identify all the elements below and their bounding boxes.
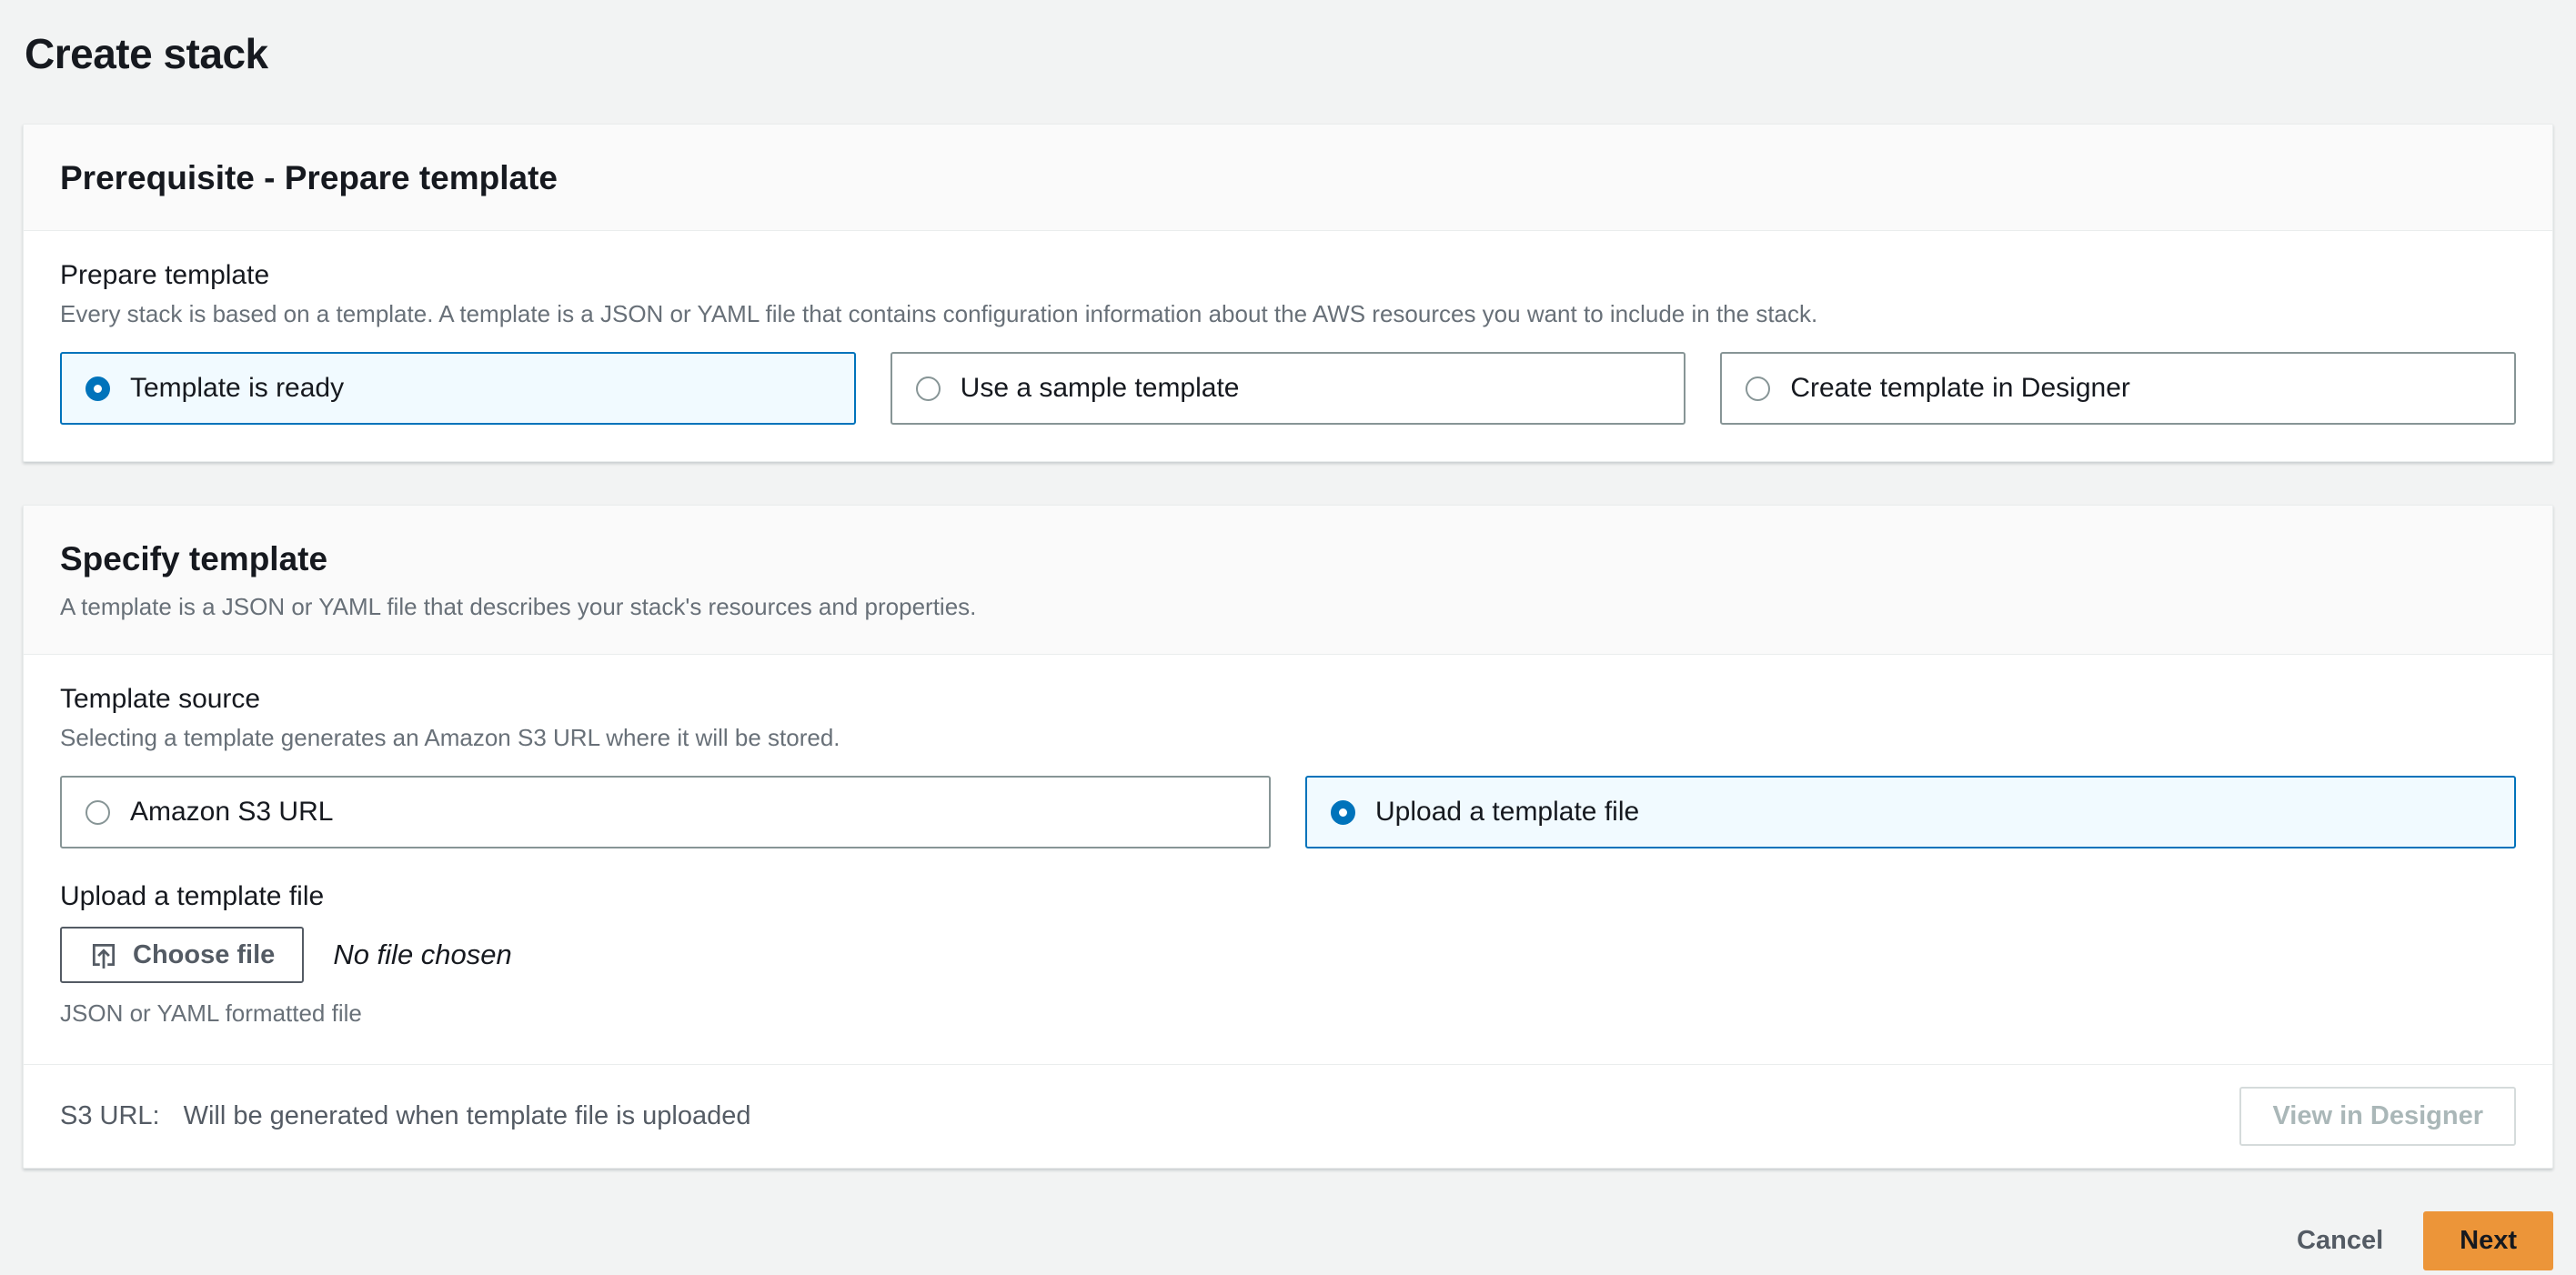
s3-url-label: S3 URL:	[60, 1101, 160, 1130]
option-create-template-in-designer[interactable]: Create template in Designer	[1720, 352, 2517, 425]
create-stack-page: Create stack Prerequisite - Prepare temp…	[0, 0, 2576, 1275]
page-title: Create stack	[25, 30, 268, 77]
choose-file-button[interactable]: Choose file	[60, 927, 305, 983]
option-use-sample-template[interactable]: Use a sample template	[890, 352, 1686, 425]
specify-template-description: A template is a JSON or YAML file that d…	[60, 593, 977, 620]
radio-create-template-in-designer[interactable]	[1746, 376, 1771, 401]
radio-use-sample-template[interactable]	[915, 376, 941, 401]
prepare-template-description: Every stack is based on a template. A te…	[60, 300, 1818, 327]
specify-template-panel-header: Specify template A template is a JSON or…	[24, 506, 2552, 655]
upload-icon	[89, 940, 118, 969]
specify-template-title: Specify template	[60, 540, 328, 577]
template-source-options: Amazon S3 URL Upload a template file	[60, 776, 2516, 848]
cancel-button[interactable]: Cancel	[2297, 1213, 2383, 1269]
option-label: Create template in Designer	[1790, 373, 2130, 403]
option-amazon-s3-url[interactable]: Amazon S3 URL	[60, 776, 1271, 848]
no-file-chosen-text: No file chosen	[333, 939, 512, 970]
upload-template-file-label: Upload a template file	[60, 881, 325, 911]
option-label: Amazon S3 URL	[130, 797, 334, 827]
prerequisite-panel: Prerequisite - Prepare template Prepare …	[23, 124, 2553, 462]
template-source-label: Template source	[60, 684, 261, 714]
prepare-template-options: Template is ready Use a sample template …	[60, 352, 2517, 425]
option-label: Use a sample template	[960, 373, 1240, 403]
option-label: Upload a template file	[1375, 797, 1640, 827]
s3-url-value: Will be generated when template file is …	[183, 1101, 751, 1130]
specify-template-panel-body: Template source Selecting a template gen…	[24, 655, 2552, 1064]
template-source-description: Selecting a template generates an Amazon…	[60, 724, 840, 751]
prerequisite-panel-title: Prerequisite - Prepare template	[60, 159, 558, 196]
specify-template-panel: Specify template A template is a JSON or…	[23, 505, 2553, 1169]
specify-template-panel-footer: S3 URL: Will be generated when template …	[24, 1064, 2552, 1168]
prerequisite-panel-header: Prerequisite - Prepare template	[24, 125, 2552, 231]
upload-format-hint: JSON or YAML formatted file	[60, 999, 362, 1027]
radio-template-is-ready-checked[interactable]	[86, 376, 110, 401]
radio-amazon-s3-url[interactable]	[86, 799, 110, 825]
radio-upload-template-file-checked[interactable]	[1331, 799, 1355, 825]
upload-template-section: Upload a template file Choose file No fi	[60, 881, 2516, 1028]
choose-file-row: Choose file No file chosen	[60, 927, 2516, 983]
option-upload-template-file[interactable]: Upload a template file	[1305, 776, 2516, 848]
option-template-is-ready[interactable]: Template is ready	[60, 352, 856, 425]
prepare-template-label: Prepare template	[60, 260, 270, 290]
option-label: Template is ready	[130, 373, 345, 403]
wizard-actions: Cancel Next	[23, 1211, 2553, 1275]
next-button[interactable]: Next	[2423, 1211, 2553, 1270]
prerequisite-panel-body: Prepare template Every stack is based on…	[24, 231, 2552, 461]
view-in-designer-button[interactable]: View in Designer	[2239, 1087, 2516, 1146]
choose-file-label: Choose file	[133, 939, 276, 969]
